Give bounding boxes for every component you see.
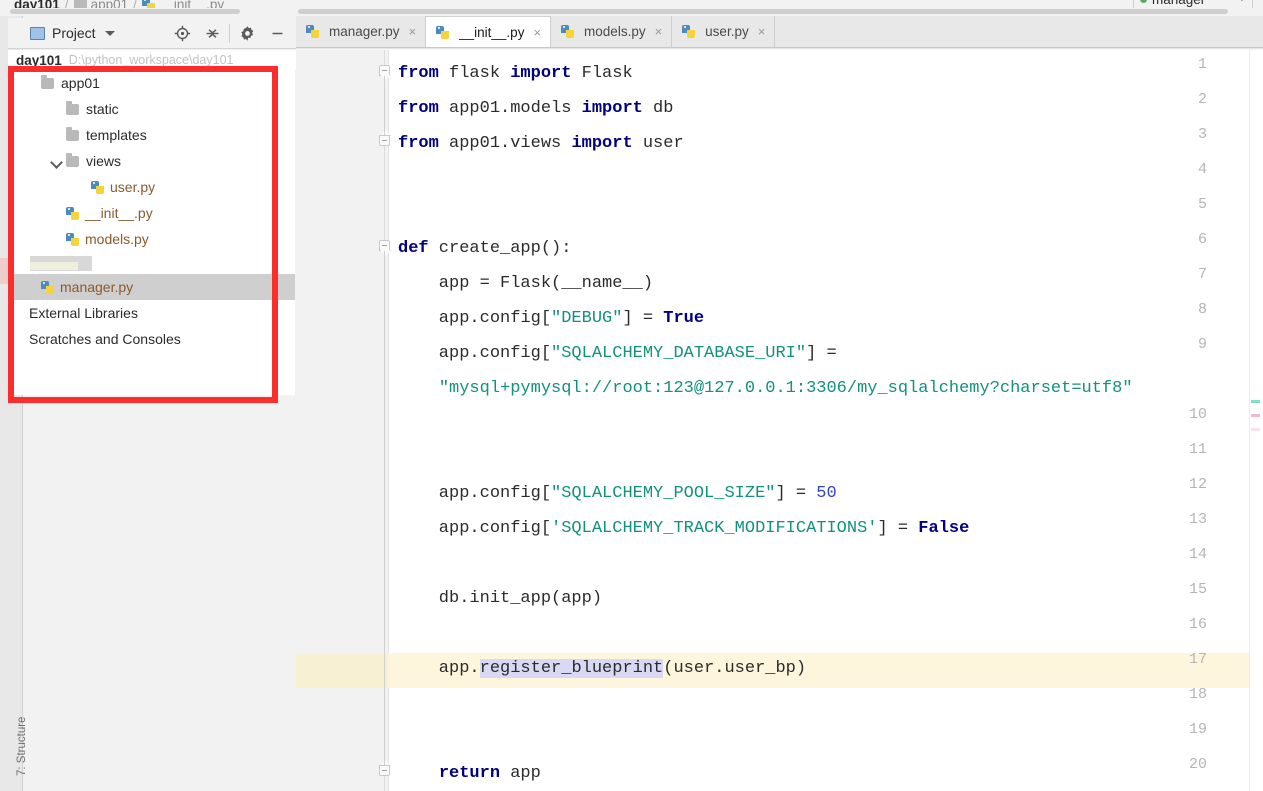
gear-icon[interactable] [232, 19, 262, 47]
code-line[interactable]: return app [398, 756, 541, 791]
code-line[interactable]: app.config["DEBUG"] = True [398, 301, 704, 336]
tree-row[interactable]: static [10, 96, 295, 122]
python-file-icon [91, 180, 104, 194]
run-status-dot [1140, 0, 1147, 3]
tree-row[interactable]: models.py [10, 226, 295, 252]
editor-top-shadow [296, 48, 1263, 50]
code-line[interactable]: def create_app(): [398, 231, 571, 266]
collapse-all-icon[interactable] [197, 19, 227, 47]
python-file-icon [436, 25, 450, 39]
code-line[interactable]: app.config["SQLALCHEMY_POOL_SIZE"] = 50 [398, 476, 837, 511]
chevron-down-icon[interactable] [51, 155, 64, 168]
code-line[interactable]: app.config["SQLALCHEMY_DATABASE_URI"] = [398, 336, 837, 371]
tree-row-label: manager.py [60, 279, 134, 295]
project-root-path: D:\python_workspace\day101 [68, 53, 234, 67]
project-tree[interactable]: app01 static templates views user.py __init__… [10, 70, 295, 395]
project-horizontal-scrollbar[interactable] [8, 8, 296, 15]
project-panel-title: Project [52, 25, 96, 41]
tree-row[interactable]: templates [10, 122, 295, 148]
tree-row-label: static [86, 101, 119, 117]
tool-window-button-structure[interactable]: 7: Structure [16, 717, 28, 776]
editor-tab[interactable]: user.py × [672, 16, 776, 47]
fold-rail-segment [384, 251, 385, 765]
tree-row[interactable]: app01 [10, 70, 295, 96]
editor-tab-label: models.py [584, 24, 646, 39]
tree-twisty-placeholder [51, 103, 64, 116]
minimize-icon[interactable] [262, 19, 292, 47]
code-line[interactable]: from app01.views import user [398, 126, 684, 161]
editor-tab[interactable]: models.py × [551, 16, 673, 47]
locate-target-icon[interactable] [167, 19, 197, 47]
project-panel-toolbar [167, 19, 296, 47]
code-line[interactable]: from flask import Flask [398, 56, 633, 91]
python-file-icon [306, 25, 319, 38]
editor-tab-label: user.py [705, 24, 749, 39]
close-icon[interactable]: × [655, 24, 663, 39]
tree-twisty-placeholder [76, 181, 89, 194]
tree-row[interactable]: __init__.py [10, 200, 295, 226]
code-line[interactable]: app.register_blueprint(user.user_bp) [398, 651, 806, 686]
project-root-row[interactable]: day101 D:\python_workspace\day101 [8, 50, 296, 70]
python-file-icon [66, 232, 79, 246]
editor-tab-label: __init__.py [459, 24, 525, 40]
tree-twisty-placeholder [14, 307, 27, 320]
project-panel-title-group[interactable]: Project [8, 25, 115, 41]
folder-icon [66, 126, 79, 141]
tree-row-label: models.py [85, 231, 149, 247]
close-icon[interactable]: × [409, 24, 417, 39]
tree-row[interactable]: manager.py [10, 274, 295, 300]
code-line[interactable]: app = Flask(__name__) [398, 266, 653, 301]
code-line[interactable]: app.config['SQLALCHEMY_TRACK_MODIFICATIO… [398, 511, 970, 546]
tree-row[interactable]: External Libraries [10, 300, 295, 326]
python-file-icon [41, 280, 54, 294]
tree-row[interactable]: views [10, 148, 295, 174]
tree-twisty-placeholder [51, 207, 64, 220]
code-line[interactable]: db.init_app(app) [398, 581, 602, 616]
tree-twisty-placeholder [14, 333, 27, 346]
python-file-icon [66, 206, 79, 220]
code-editor[interactable]: 1 2 3 4 5 6 7 8 9 10 11 12 13 14 15 16 17 18 19 20 from fla… [296, 48, 1263, 791]
editor-tab[interactable]: manager.py × [296, 16, 427, 47]
tree-twisty-placeholder [51, 129, 64, 142]
tree-row-label: __init__.py [85, 205, 153, 221]
tree-row-label: Scratches and Consoles [29, 331, 181, 347]
project-root-name: day101 [16, 52, 62, 68]
left-tool-strip-bottom: 7: Structure [0, 436, 28, 791]
tool-window-collapse-handle[interactable] [0, 258, 14, 284]
code-line[interactable]: from app01.models import db [398, 91, 673, 126]
folder-icon [41, 74, 54, 89]
folder-icon [66, 100, 79, 115]
chevron-down-icon[interactable] [104, 30, 115, 36]
tree-row-label: user.py [110, 179, 156, 195]
close-icon[interactable]: × [758, 24, 766, 39]
python-file-icon [682, 25, 696, 38]
caret-line-gutter-highlight [296, 653, 388, 688]
python-file-icon [561, 25, 575, 38]
editor-tab[interactable]: __init__.py × [426, 16, 552, 47]
tree-row-label: External Libraries [29, 305, 138, 321]
toolbar-divider [229, 23, 230, 43]
redaction-mask-small [30, 262, 78, 270]
error-stripe-gutter[interactable] [1249, 48, 1263, 791]
code-text[interactable]: from flask import Flask from app01.models… [388, 48, 1263, 791]
tree-row-label: app01 [61, 75, 100, 91]
editor-tab-bar[interactable]: manager.py × __init__.py × models.py × user.py… [296, 16, 1263, 48]
project-window-icon [30, 26, 45, 40]
run-configuration-name: manager [1152, 0, 1205, 7]
tree-twisty-placeholder [26, 281, 39, 294]
tree-row[interactable]: Scratches and Consoles [10, 326, 295, 352]
tree-twisty-placeholder [51, 233, 64, 246]
tree-row[interactable]: user.py [10, 174, 295, 200]
chevron-down-icon [1238, 0, 1246, 1]
tree-row-label: templates [86, 127, 147, 143]
editor-tab-label: manager.py [329, 24, 400, 39]
tree-twisty-placeholder [26, 77, 39, 90]
folder-icon [66, 152, 79, 167]
tree-row-label: views [86, 153, 122, 169]
close-icon[interactable]: × [533, 25, 541, 40]
code-line[interactable]: "mysql+pymysql://root:123@127.0.0.1:3306… [398, 371, 1133, 406]
project-panel-header: Project [8, 18, 296, 49]
editor-horizontal-scrollbar[interactable] [296, 8, 1263, 15]
fold-rail-segment [384, 76, 385, 135]
